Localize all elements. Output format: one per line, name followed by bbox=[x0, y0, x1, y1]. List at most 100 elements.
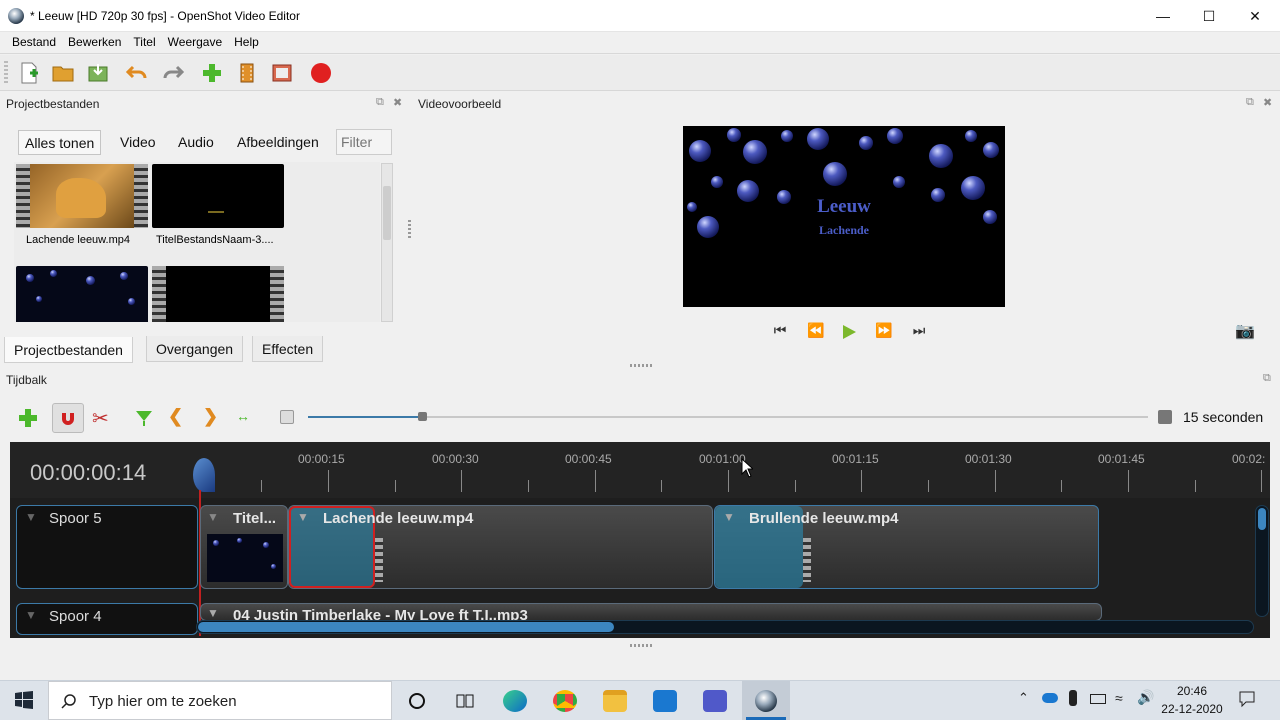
maximize-button[interactable]: ☐ bbox=[1186, 0, 1232, 32]
task-view-icon[interactable] bbox=[453, 690, 477, 712]
menu-titel[interactable]: Titel bbox=[127, 32, 161, 54]
file-thumbnail[interactable] bbox=[152, 266, 284, 322]
microphone-icon[interactable] bbox=[1069, 690, 1077, 706]
add-track-icon[interactable] bbox=[16, 406, 40, 430]
ruler-label: 00:01:00 bbox=[699, 452, 746, 466]
tab-effects[interactable]: Effecten bbox=[252, 336, 324, 362]
timeline-title: Tijdbalk bbox=[6, 373, 47, 387]
track-name: Spoor 4 bbox=[49, 608, 102, 625]
scrollbar-thumb[interactable] bbox=[198, 622, 614, 632]
teams-icon[interactable] bbox=[703, 690, 727, 712]
menu-bestand[interactable]: Bestand bbox=[6, 32, 62, 54]
zoom-slider[interactable] bbox=[308, 412, 1148, 421]
file-explorer-icon[interactable] bbox=[603, 690, 627, 712]
previous-marker-icon[interactable]: ❮ bbox=[168, 406, 183, 427]
chevron-up-icon[interactable]: ⌃ bbox=[1018, 690, 1029, 706]
chrome-icon[interactable] bbox=[553, 690, 577, 712]
clip-name: Brullende leeuw.mp4 bbox=[749, 510, 899, 527]
filter-images-button[interactable]: Afbeeldingen bbox=[231, 130, 325, 155]
splitter-handle[interactable] bbox=[630, 644, 652, 647]
fast-forward-icon[interactable]: ⏩ bbox=[873, 322, 895, 342]
menu-bar: Bestand Bewerken Titel Weergave Help bbox=[0, 32, 1280, 54]
jump-start-icon[interactable]: ⏮ bbox=[769, 322, 791, 342]
import-files-icon[interactable] bbox=[200, 61, 224, 85]
video-preview-frame: Leeuw Lachende bbox=[683, 126, 1005, 307]
clock-time[interactable]: 20:46 bbox=[1162, 684, 1222, 698]
add-marker-icon[interactable] bbox=[134, 408, 154, 428]
rewind-icon[interactable]: ⏪ bbox=[805, 322, 827, 342]
close-panel-icon[interactable]: ✖ bbox=[1263, 96, 1272, 109]
menu-weergave[interactable]: Weergave bbox=[162, 32, 228, 54]
close-panel-icon[interactable]: ✖ bbox=[393, 96, 402, 109]
battery-icon[interactable] bbox=[1090, 694, 1106, 704]
menu-help[interactable]: Help bbox=[228, 32, 265, 54]
razor-icon[interactable]: ✂ bbox=[92, 406, 109, 431]
fullscreen-icon[interactable] bbox=[270, 61, 294, 85]
save-project-icon[interactable] bbox=[86, 61, 110, 85]
close-button[interactable]: ✕ bbox=[1232, 0, 1278, 32]
jump-end-icon[interactable]: ⏭ bbox=[908, 322, 930, 342]
windows-start-icon[interactable] bbox=[14, 690, 34, 710]
clock-date[interactable]: 22-12-2020 bbox=[1158, 702, 1226, 716]
timeline-clip[interactable]: ▼ 04 Justin Timberlake - My Love ft T.I.… bbox=[200, 603, 1102, 621]
toolbar-grip[interactable] bbox=[4, 61, 8, 85]
project-files-grid: Lachende leeuw.mp4 TitelBestandsNaam-3..… bbox=[14, 162, 380, 322]
tab-transitions[interactable]: Overgangen bbox=[146, 336, 244, 362]
menu-bewerken[interactable]: Bewerken bbox=[62, 32, 127, 54]
export-video-icon[interactable] bbox=[309, 61, 333, 85]
play-icon[interactable] bbox=[840, 323, 858, 341]
notifications-icon[interactable] bbox=[1238, 690, 1256, 708]
magnet-icon bbox=[62, 413, 74, 425]
open-project-icon[interactable] bbox=[51, 61, 75, 85]
next-marker-icon[interactable]: ❯ bbox=[203, 406, 218, 427]
track-header[interactable]: ▼ Spoor 5 bbox=[16, 505, 198, 589]
minimize-button[interactable]: — bbox=[1140, 0, 1186, 32]
undock-icon[interactable]: ⧉ bbox=[376, 96, 384, 109]
preview-subtitle-text: Lachende bbox=[818, 223, 869, 237]
undo-icon[interactable] bbox=[125, 61, 149, 85]
camera-icon[interactable]: 📷 bbox=[1235, 321, 1255, 341]
file-name: Lachende leeuw.mp4 bbox=[26, 234, 130, 246]
filter-all-button[interactable]: Alles tonen bbox=[18, 130, 102, 155]
tab-project-files[interactable]: Projectbestanden bbox=[4, 337, 133, 363]
timeline-clip[interactable]: ▼ Titel... bbox=[200, 505, 288, 589]
timeline-hscrollbar[interactable] bbox=[196, 620, 1254, 634]
current-time: 00:00:00:14 bbox=[30, 460, 147, 485]
redo-icon[interactable] bbox=[161, 61, 185, 85]
track-header[interactable]: ▼ Spoor 4 bbox=[16, 603, 198, 635]
taskbar-search[interactable]: Typ hier om te zoeken bbox=[48, 681, 392, 720]
ruler-label: 00:00:30 bbox=[432, 452, 479, 466]
file-thumbnail[interactable] bbox=[16, 164, 148, 228]
zoom-out-icon[interactable] bbox=[280, 410, 294, 424]
volume-icon[interactable]: 🔊 bbox=[1137, 689, 1154, 706]
zoom-slider-handle[interactable] bbox=[418, 412, 427, 421]
timeline-clip[interactable]: ▼ Lachende leeuw.mp4 bbox=[288, 505, 713, 589]
filter-video-button[interactable]: Video bbox=[114, 130, 162, 155]
new-project-icon[interactable] bbox=[17, 61, 41, 85]
wifi-icon[interactable]: ≈ bbox=[1115, 690, 1123, 706]
undock-icon[interactable]: ⧉ bbox=[1263, 372, 1271, 385]
file-thumbnail[interactable] bbox=[16, 266, 148, 322]
clip-name: 04 Justin Timberlake - My Love ft T.I..m… bbox=[233, 607, 528, 621]
filter-input[interactable] bbox=[336, 129, 392, 155]
splitter-handle[interactable] bbox=[408, 220, 411, 240]
openshot-taskbar-button[interactable] bbox=[742, 681, 790, 720]
mail-icon[interactable] bbox=[653, 690, 677, 712]
timeline-vscrollbar[interactable] bbox=[1255, 505, 1269, 617]
onedrive-icon[interactable] bbox=[1042, 693, 1058, 703]
search-placeholder: Typ hier om te zoeken bbox=[89, 693, 237, 710]
edge-icon[interactable] bbox=[503, 690, 527, 712]
filter-audio-button[interactable]: Audio bbox=[172, 130, 220, 155]
cortana-icon[interactable] bbox=[405, 690, 429, 712]
zoom-in-icon[interactable] bbox=[1158, 410, 1172, 424]
snap-toggle[interactable] bbox=[52, 403, 84, 433]
mouse-cursor-icon bbox=[741, 458, 753, 478]
timeline-clip[interactable]: ▼ Brullende leeuw.mp4 bbox=[714, 505, 1099, 589]
file-thumbnail[interactable] bbox=[152, 164, 284, 228]
splitter-handle[interactable] bbox=[630, 364, 652, 367]
files-scrollbar[interactable] bbox=[381, 163, 393, 322]
choose-profile-icon[interactable] bbox=[235, 61, 259, 85]
undock-icon[interactable]: ⧉ bbox=[1246, 96, 1254, 109]
playhead-handle[interactable] bbox=[193, 458, 215, 492]
center-timeline-icon[interactable]: ↔ bbox=[236, 408, 250, 424]
